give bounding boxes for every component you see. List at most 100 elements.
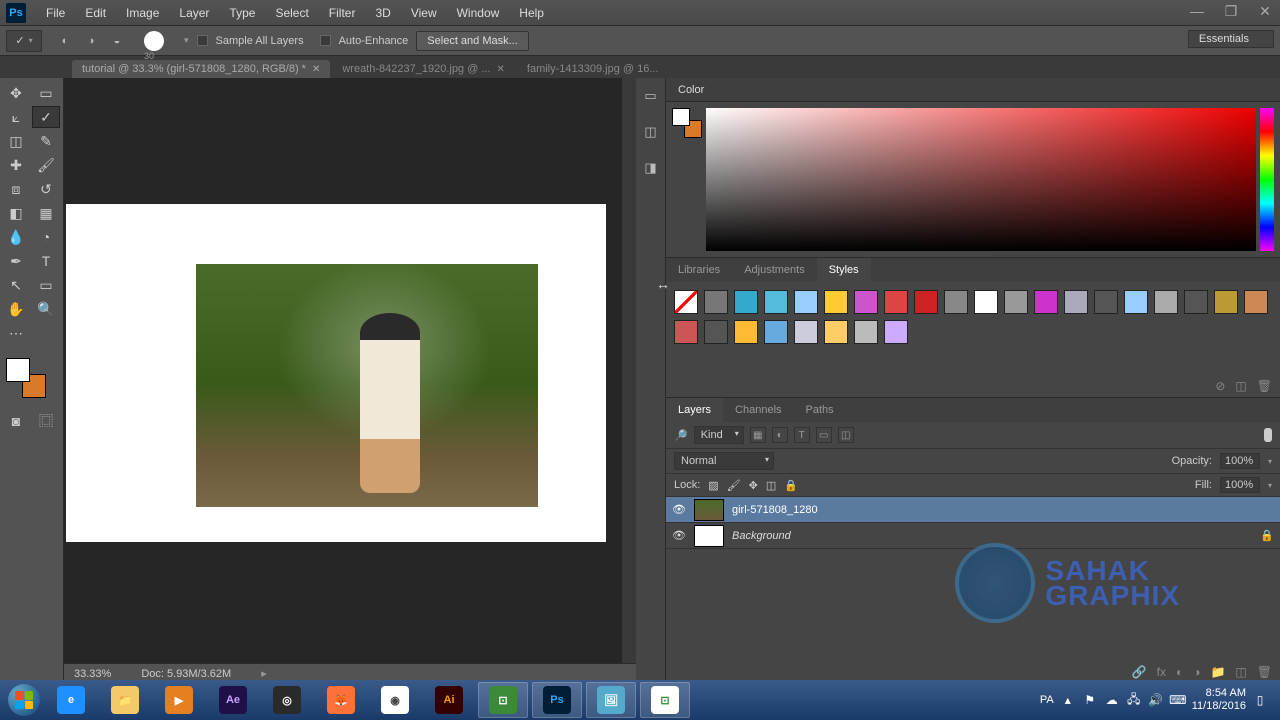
taskbar-ie[interactable]: e bbox=[46, 682, 96, 718]
lock-all-icon[interactable]: 🔒 bbox=[784, 479, 798, 492]
menu-select[interactable]: Select bbox=[265, 0, 318, 25]
clone-stamp-tool[interactable]: ⧈ bbox=[2, 178, 30, 200]
canvas-area[interactable]: 33.33% Doc: 5.93M/3.62M ▸ bbox=[64, 78, 636, 683]
quick-select-subtract-icon[interactable]: ◒ bbox=[107, 31, 127, 51]
edit-toolbar[interactable]: ⋯ bbox=[2, 322, 30, 344]
minimize-button[interactable]: — bbox=[1186, 0, 1208, 22]
new-style-icon[interactable]: ◫ bbox=[1235, 379, 1246, 393]
gradient-tool[interactable]: ▦ bbox=[32, 202, 60, 224]
move-tool[interactable]: ✥ bbox=[2, 82, 30, 104]
new-layer-icon[interactable]: ◫ bbox=[1235, 665, 1246, 679]
tray-network-icon[interactable]: 🖧 bbox=[1126, 692, 1142, 708]
style-swatch[interactable] bbox=[1094, 290, 1118, 314]
taskbar-camtasia[interactable]: ⊡ bbox=[478, 682, 528, 718]
tray-keyboard-icon[interactable]: ⌨ bbox=[1170, 692, 1186, 708]
lock-transparency-icon[interactable]: ▨ bbox=[708, 479, 718, 492]
style-swatch[interactable] bbox=[1004, 290, 1028, 314]
tab-paths[interactable]: Paths bbox=[794, 398, 846, 422]
document-tab-active[interactable]: tutorial @ 33.3% (girl-571808_1280, RGB/… bbox=[72, 60, 330, 78]
tab-layers[interactable]: Layers bbox=[666, 398, 723, 422]
style-swatch[interactable] bbox=[854, 290, 878, 314]
layer-style-icon[interactable]: fx bbox=[1157, 665, 1166, 679]
panel-foreground-color[interactable] bbox=[672, 108, 690, 126]
tray-up-icon[interactable]: ▴ bbox=[1060, 692, 1076, 708]
close-icon[interactable]: ✕ bbox=[312, 64, 320, 75]
taskbar-photos[interactable]: 🖼 bbox=[586, 682, 636, 718]
style-swatch[interactable] bbox=[704, 320, 728, 344]
layer-filter-kind[interactable]: Kind bbox=[694, 426, 744, 444]
zoom-tool[interactable]: 🔍 bbox=[32, 298, 60, 320]
style-swatch[interactable] bbox=[674, 290, 698, 314]
style-swatch[interactable] bbox=[764, 290, 788, 314]
visibility-toggle[interactable]: 👁 bbox=[672, 503, 686, 516]
tab-libraries[interactable]: Libraries bbox=[666, 258, 732, 282]
filter-smart-icon[interactable]: ◫ bbox=[838, 427, 854, 443]
crop-tool[interactable]: ◫ bbox=[2, 130, 30, 152]
taskbar-clock[interactable]: 8:54 AM 11/18/2016 bbox=[1192, 687, 1246, 713]
style-swatch[interactable] bbox=[854, 320, 878, 344]
menu-3d[interactable]: 3D bbox=[365, 0, 400, 25]
quick-selection-tool[interactable]: ✓ bbox=[32, 106, 60, 128]
rectangle-tool[interactable]: ▭ bbox=[32, 274, 60, 296]
marquee-tool[interactable]: ▭ bbox=[32, 82, 60, 104]
style-swatch[interactable] bbox=[1154, 290, 1178, 314]
menu-layer[interactable]: Layer bbox=[169, 0, 219, 25]
taskbar-chrome[interactable]: ◉ bbox=[370, 682, 420, 718]
menu-help[interactable]: Help bbox=[509, 0, 554, 25]
delete-style-icon[interactable]: 🗑 bbox=[1257, 379, 1272, 393]
blend-mode-dropdown[interactable]: Normal bbox=[674, 452, 774, 470]
taskbar-ai[interactable]: Ai bbox=[424, 682, 474, 718]
layer-name[interactable]: Background bbox=[732, 530, 791, 542]
style-swatch[interactable] bbox=[734, 290, 758, 314]
tab-adjustments[interactable]: Adjustments bbox=[732, 258, 817, 282]
taskbar-ae[interactable]: Ae bbox=[208, 682, 258, 718]
style-swatch[interactable] bbox=[824, 290, 848, 314]
brush-dropdown-icon[interactable]: ▾ bbox=[184, 35, 189, 46]
filter-adjustment-icon[interactable]: ◐ bbox=[772, 427, 788, 443]
quick-select-add-icon[interactable]: ◑ bbox=[81, 31, 101, 51]
brush-tool[interactable]: 🖌 bbox=[32, 154, 60, 176]
select-and-mask-button[interactable]: Select and Mask... bbox=[416, 31, 529, 51]
menu-window[interactable]: Window bbox=[447, 0, 510, 25]
style-swatch[interactable] bbox=[1124, 290, 1148, 314]
healing-brush-tool[interactable]: ✚ bbox=[2, 154, 30, 176]
filter-shape-icon[interactable]: ▭ bbox=[816, 427, 832, 443]
no-style-icon[interactable]: ⊘ bbox=[1215, 379, 1225, 393]
new-group-icon[interactable]: 📁 bbox=[1210, 665, 1225, 679]
path-selection-tool[interactable]: ↖ bbox=[2, 274, 30, 296]
style-swatch[interactable] bbox=[794, 290, 818, 314]
menu-file[interactable]: File bbox=[36, 0, 75, 25]
filter-search-icon[interactable]: 🔎 bbox=[674, 429, 688, 442]
opacity-dropdown-icon[interactable]: ▾ bbox=[1268, 457, 1272, 466]
style-swatch[interactable] bbox=[1034, 290, 1058, 314]
taskbar-explorer[interactable]: 📁 bbox=[100, 682, 150, 718]
tab-channels[interactable]: Channels bbox=[723, 398, 793, 422]
status-arrow-icon[interactable]: ▸ bbox=[261, 667, 267, 680]
filter-type-icon[interactable]: T bbox=[794, 427, 810, 443]
layer-name[interactable]: girl-571808_1280 bbox=[732, 504, 818, 516]
link-layers-icon[interactable]: 🔗 bbox=[1132, 665, 1147, 679]
menu-filter[interactable]: Filter bbox=[319, 0, 366, 25]
properties-panel-icon[interactable]: ◫ bbox=[641, 122, 661, 142]
layer-thumbnail[interactable] bbox=[694, 499, 724, 521]
menu-edit[interactable]: Edit bbox=[75, 0, 116, 25]
style-swatch[interactable] bbox=[764, 320, 788, 344]
doc-size[interactable]: Doc: 5.93M/3.62M bbox=[141, 668, 231, 680]
tray-security-icon[interactable]: ⚑ bbox=[1082, 692, 1098, 708]
style-swatch[interactable] bbox=[974, 290, 998, 314]
taskbar-recorder[interactable]: ⊡ bbox=[640, 682, 690, 718]
taskbar-app[interactable]: ◎ bbox=[262, 682, 312, 718]
style-swatch[interactable] bbox=[884, 320, 908, 344]
eraser-tool[interactable]: ◧ bbox=[2, 202, 30, 224]
screen-mode-toggle[interactable]: ⿴ bbox=[32, 410, 60, 432]
fill-value[interactable]: 100% bbox=[1220, 477, 1260, 493]
style-swatch[interactable] bbox=[704, 290, 728, 314]
layer-mask-icon[interactable]: ◐ bbox=[1176, 665, 1183, 679]
foreground-color[interactable] bbox=[6, 358, 30, 382]
document-tab[interactable]: family-1413309.jpg @ 16... bbox=[517, 60, 669, 78]
new-adjustment-icon[interactable]: ◑ bbox=[1193, 665, 1200, 679]
layer-row[interactable]: 👁 girl-571808_1280 bbox=[666, 497, 1280, 523]
style-swatch[interactable] bbox=[914, 290, 938, 314]
actions-panel-icon[interactable]: ◨ bbox=[641, 158, 661, 178]
color-field[interactable] bbox=[706, 108, 1256, 251]
